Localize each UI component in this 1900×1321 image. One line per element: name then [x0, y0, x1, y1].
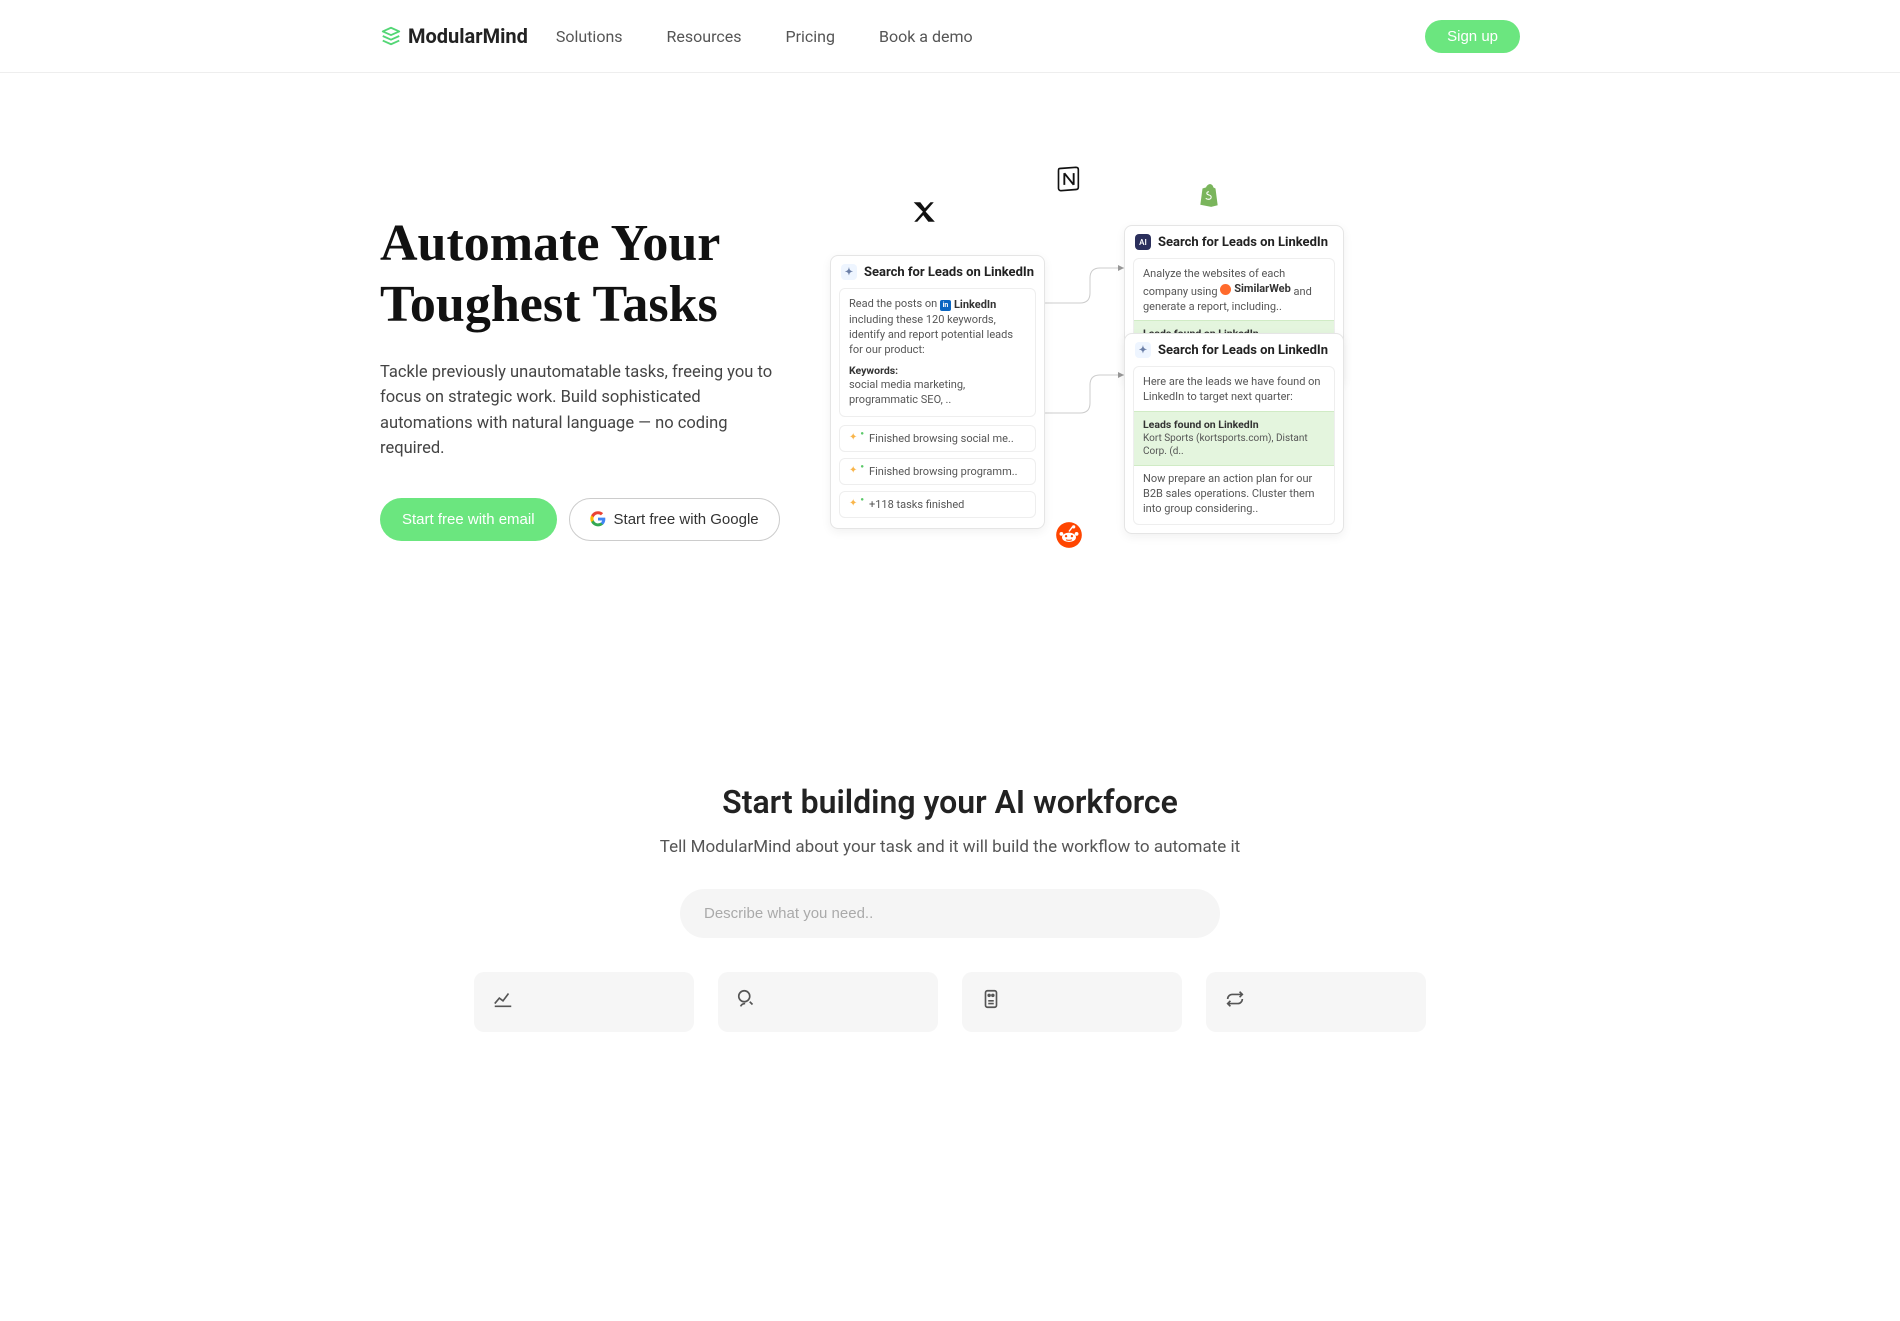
logo-icon [380, 25, 402, 47]
keywords-label: Keywords: [849, 364, 1026, 378]
sync-icon [1224, 988, 1246, 1010]
hero-illustration: ✦ Search for Leads on LinkedIn Read the … [830, 153, 1520, 593]
builder-section: Start building your AI workforce Tell Mo… [360, 783, 1540, 1072]
pill-label: +118 tasks finished [869, 498, 964, 511]
similarweb-icon [1220, 284, 1231, 295]
nav-link-solutions[interactable]: Solutions [556, 27, 623, 46]
task-status-pill: Finished browsing programm.. [839, 458, 1036, 485]
card-text: Here are the leads we have found on Link… [1143, 375, 1325, 411]
section-title: Start building your AI workforce [380, 783, 1520, 821]
template-tile-sync[interactable] [1206, 972, 1426, 1032]
pill-label: Finished browsing social me.. [869, 432, 1014, 445]
task-status-pill: Finished browsing social me.. [839, 425, 1036, 452]
workflow-card-1: ✦ Search for Leads on LinkedIn Read the … [830, 255, 1045, 529]
ai-icon: ✦ [1135, 342, 1151, 358]
hero-title: Automate Your Toughest Tasks [380, 213, 810, 336]
task-description-input[interactable] [680, 889, 1220, 938]
chat-search-icon [736, 988, 758, 1010]
signup-button[interactable]: Sign up [1425, 20, 1520, 53]
pill-label: Finished browsing programm.. [869, 465, 1018, 478]
cta-start-email-button[interactable]: Start free with email [380, 498, 557, 541]
nav-link-resources[interactable]: Resources [667, 27, 742, 46]
notion-icon [1055, 165, 1083, 193]
ai-icon: AI [1135, 234, 1151, 250]
reddit-icon [1055, 521, 1083, 549]
sparkle-icon [849, 465, 862, 478]
keywords-text: social media marketing, programmatic SEO… [849, 378, 1026, 408]
similarweb-chip-label: SimilarWeb [1234, 282, 1291, 297]
hero-subtitle: Tackle previously unautomatable tasks, f… [380, 360, 780, 462]
hero-title-line1: Automate Your [380, 215, 720, 272]
hero-section: Automate Your Toughest Tasks Tackle prev… [360, 73, 1540, 633]
brand[interactable]: ModularMind [380, 24, 528, 48]
nav-links: Solutions Resources Pricing Book a demo [556, 27, 973, 46]
hero-title-line2: Toughest Tasks [380, 276, 718, 333]
ai-icon: ✦ [841, 264, 857, 280]
chart-line-icon [492, 988, 514, 1010]
card-title: Search for Leads on LinkedIn [1158, 343, 1328, 358]
linkedin-chip-label: LinkedIn [954, 298, 996, 313]
navbar: ModularMind Solutions Resources Pricing … [0, 0, 1900, 73]
section-subtitle: Tell ModularMind about your task and it … [380, 837, 1520, 857]
template-tile-analytics[interactable] [474, 972, 694, 1032]
nav-link-pricing[interactable]: Pricing [785, 27, 835, 46]
cta-google-label: Start free with Google [614, 511, 759, 528]
card-text: Now prepare an action plan for our B2B s… [1143, 466, 1325, 517]
document-icon [980, 988, 1002, 1010]
template-tile-document[interactable] [962, 972, 1182, 1032]
card-title: Search for Leads on LinkedIn [864, 265, 1034, 280]
task-status-pill: +118 tasks finished [839, 491, 1036, 518]
google-icon [590, 511, 606, 527]
template-tile-chat[interactable] [718, 972, 938, 1032]
x-twitter-icon [910, 198, 938, 226]
brand-name: ModularMind [408, 24, 528, 48]
cta-start-google-button[interactable]: Start free with Google [569, 498, 780, 541]
linkedin-icon: in [940, 300, 951, 311]
leads-subtitle: Kort Sports (kortsports.com), Distant Co… [1143, 432, 1325, 459]
sparkle-icon [849, 432, 862, 445]
card-title: Search for Leads on LinkedIn [1158, 235, 1328, 250]
shopify-icon [1195, 181, 1223, 209]
workflow-card-3: ✦ Search for Leads on LinkedIn Here are … [1124, 333, 1344, 534]
nav-link-book-demo[interactable]: Book a demo [879, 27, 973, 46]
sparkle-icon [849, 498, 862, 511]
leads-title: Leads found on LinkedIn [1143, 418, 1325, 432]
template-tiles [380, 972, 1520, 1032]
card-text: Read the posts on [849, 297, 940, 310]
card-text: including these 120 keywords, identify a… [849, 313, 1013, 356]
